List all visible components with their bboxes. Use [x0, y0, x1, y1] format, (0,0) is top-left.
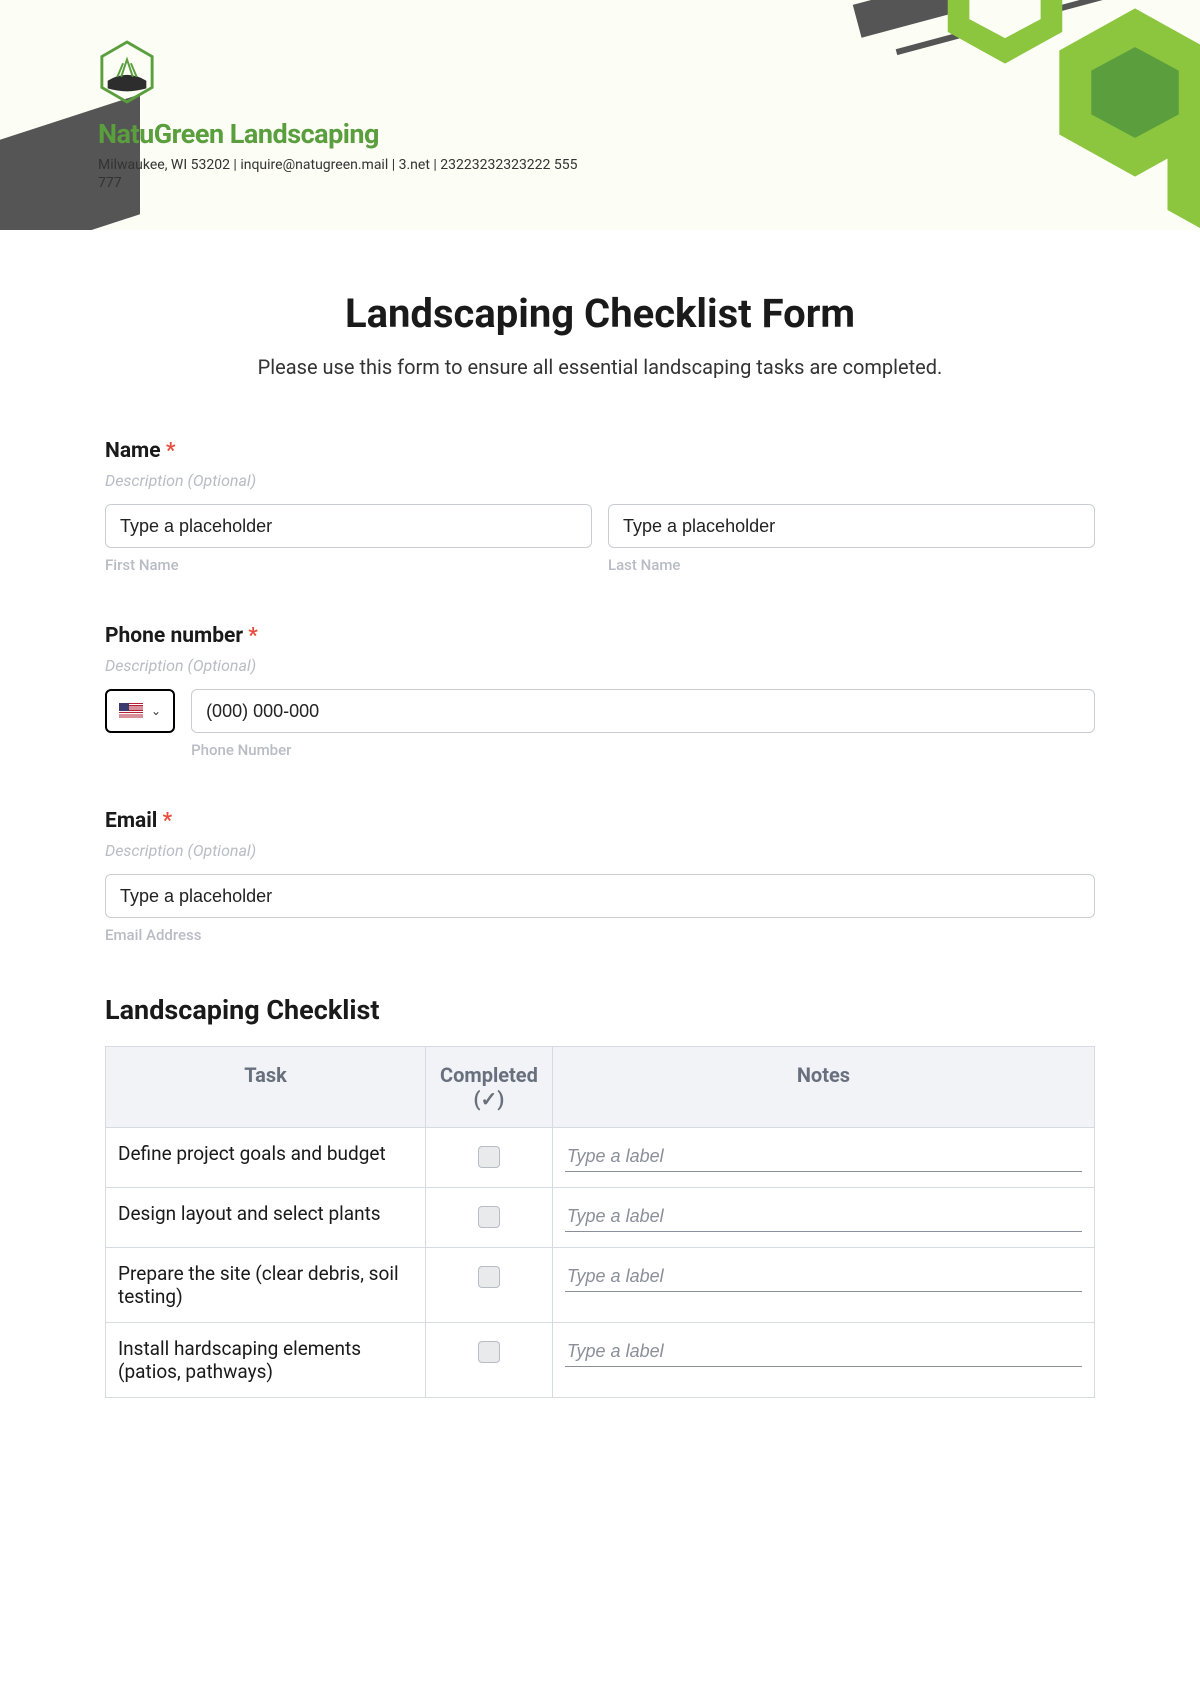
- notes-input[interactable]: [565, 1142, 1082, 1172]
- header-region: NatuGreen Landscaping Milwaukee, WI 5320…: [0, 0, 1200, 230]
- phone-field: Phone number * Description (Optional) ⌄ …: [105, 624, 1095, 759]
- notes-cell: [552, 1188, 1094, 1248]
- form-subtitle: Please use this form to ensure all essen…: [105, 355, 1095, 379]
- col-notes: Notes: [552, 1047, 1094, 1128]
- notes-cell: [552, 1323, 1094, 1398]
- country-code-select[interactable]: ⌄: [105, 689, 175, 733]
- required-asterisk: *: [163, 809, 173, 833]
- task-cell: Define project goals and budget: [106, 1128, 426, 1188]
- logo-block: NatuGreen Landscaping Milwaukee, WI 5320…: [98, 40, 578, 192]
- chevron-down-icon: ⌄: [151, 704, 161, 718]
- required-asterisk: *: [166, 439, 176, 463]
- email-label: Email *: [105, 809, 1095, 833]
- last-name-sublabel: Last Name: [608, 556, 1095, 574]
- table-row: Define project goals and budget: [106, 1128, 1095, 1188]
- form-content: Landscaping Checklist Form Please use th…: [0, 230, 1200, 1438]
- first-name-input[interactable]: [105, 504, 592, 548]
- task-cell: Design layout and select plants: [106, 1188, 426, 1248]
- hexagon-icon: [1160, 90, 1200, 230]
- required-asterisk: *: [248, 624, 258, 648]
- form-title: Landscaping Checklist Form: [105, 290, 1095, 337]
- email-input[interactable]: [105, 874, 1095, 918]
- us-flag-icon: [119, 703, 143, 719]
- checkbox[interactable]: [478, 1146, 500, 1168]
- col-completed: Completed (✓): [426, 1047, 553, 1128]
- checkbox[interactable]: [478, 1341, 500, 1363]
- notes-input[interactable]: [565, 1337, 1082, 1367]
- logo-icon: [98, 40, 156, 104]
- name-description: Description (Optional): [105, 471, 1095, 490]
- checklist-title: Landscaping Checklist: [105, 994, 1095, 1026]
- company-name: NatuGreen Landscaping: [98, 118, 578, 150]
- notes-cell: [552, 1248, 1094, 1323]
- checkbox[interactable]: [478, 1206, 500, 1228]
- last-name-input[interactable]: [608, 504, 1095, 548]
- completed-cell: [426, 1323, 553, 1398]
- phone-label: Phone number *: [105, 624, 1095, 648]
- completed-cell: [426, 1128, 553, 1188]
- name-label: Name *: [105, 439, 1095, 463]
- name-field: Name * Description (Optional) First Name…: [105, 439, 1095, 574]
- completed-cell: [426, 1188, 553, 1248]
- checkbox[interactable]: [478, 1266, 500, 1288]
- col-task: Task: [106, 1047, 426, 1128]
- email-description: Description (Optional): [105, 841, 1095, 860]
- first-name-sublabel: First Name: [105, 556, 592, 574]
- task-cell: Install hardscaping elements (patios, pa…: [106, 1323, 426, 1398]
- completed-cell: [426, 1248, 553, 1323]
- phone-input[interactable]: [191, 689, 1095, 733]
- task-cell: Prepare the site (clear debris, soil tes…: [106, 1248, 426, 1323]
- notes-cell: [552, 1128, 1094, 1188]
- phone-description: Description (Optional): [105, 656, 1095, 675]
- checklist-table: Task Completed (✓) Notes Define project …: [105, 1046, 1095, 1398]
- email-field: Email * Description (Optional) Email Add…: [105, 809, 1095, 944]
- table-row: Design layout and select plants: [106, 1188, 1095, 1248]
- company-contact-line: Milwaukee, WI 53202 | inquire@natugreen.…: [98, 156, 578, 192]
- notes-input[interactable]: [565, 1202, 1082, 1232]
- notes-input[interactable]: [565, 1262, 1082, 1292]
- table-row: Prepare the site (clear debris, soil tes…: [106, 1248, 1095, 1323]
- phone-sublabel: Phone Number: [191, 741, 1095, 759]
- header-decor-right: [730, 0, 1200, 230]
- email-sublabel: Email Address: [105, 926, 1095, 944]
- table-row: Install hardscaping elements (patios, pa…: [106, 1323, 1095, 1398]
